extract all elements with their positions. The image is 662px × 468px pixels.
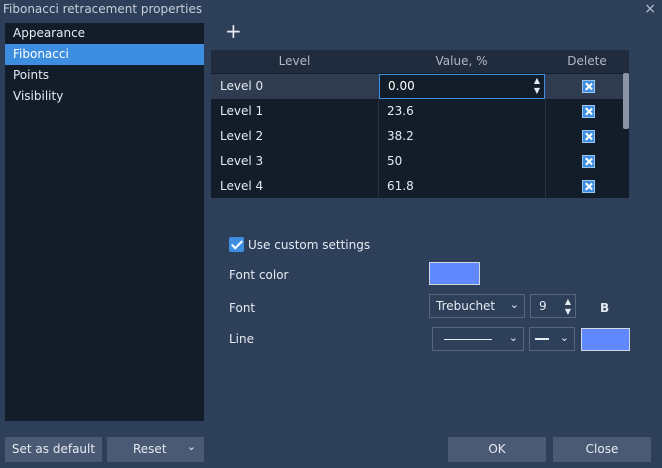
level-name: Level 4 [220, 179, 264, 193]
font-color-label: Font color [229, 268, 289, 282]
sidebar-item-points[interactable]: Points [5, 65, 204, 86]
set-as-default-button[interactable]: Set as default [5, 437, 102, 462]
table-row[interactable]: Level 1 23.6 [211, 99, 629, 124]
column-header-delete: Delete [567, 54, 607, 68]
font-family-value: Trebuchet [436, 299, 496, 313]
sidebar: Appearance Fibonacci Points Visibility [5, 23, 204, 421]
level-value[interactable]: 23.6 [387, 99, 414, 124]
title-bar: Fibonacci retracement properties × [0, 0, 662, 20]
font-family-select[interactable]: Trebuchet ⌄ [429, 294, 525, 318]
chevron-down-icon: ⌄ [508, 331, 518, 344]
font-size-stepper[interactable]: 9 ▲ ▼ [530, 294, 576, 318]
table-header: Level Value, % Delete [211, 50, 629, 73]
close-icon[interactable]: × [644, 1, 656, 17]
value-spinner-icon[interactable]: ▲ ▼ [534, 76, 540, 96]
font-size-value: 9 [539, 299, 547, 313]
ok-button[interactable]: OK [448, 437, 546, 462]
reset-button[interactable]: Reset ⌄ [107, 437, 204, 462]
column-header-value: Value, % [435, 54, 488, 68]
line-width-sample [535, 338, 549, 340]
sidebar-item-fibonacci[interactable]: Fibonacci [5, 44, 204, 65]
delete-checkbox[interactable] [582, 155, 595, 168]
line-style-sample [444, 339, 492, 340]
chevron-down-icon: ⌄ [509, 298, 519, 311]
level-name: Level 1 [220, 104, 264, 118]
level-value-input[interactable]: 0.00 ▲ ▼ [379, 74, 545, 99]
close-button[interactable]: Close [553, 437, 651, 462]
bold-toggle[interactable]: B [600, 301, 609, 315]
level-value[interactable]: 61.8 [387, 174, 414, 198]
line-style-select[interactable]: ⌄ [432, 327, 524, 351]
table-row[interactable]: Level 3 50 [211, 149, 629, 174]
add-level-icon[interactable]: + [225, 20, 242, 42]
table-row[interactable]: Level 2 38.2 [211, 124, 629, 149]
table-scrollbar[interactable] [623, 73, 629, 129]
sidebar-item-visibility[interactable]: Visibility [5, 86, 204, 107]
level-value[interactable]: 50 [387, 149, 402, 174]
level-name: Level 2 [220, 129, 264, 143]
column-header-level: Level [278, 54, 311, 68]
line-width-select[interactable]: ⌄ [529, 327, 575, 351]
level-name: Level 0 [220, 79, 264, 93]
font-label: Font [229, 301, 256, 315]
window-title: Fibonacci retracement properties [3, 2, 203, 16]
delete-checkbox[interactable] [582, 80, 595, 93]
levels-table: Level Value, % Delete Level 0 Level 1 23… [211, 50, 629, 198]
chevron-down-icon: ⌄ [559, 331, 569, 344]
delete-checkbox[interactable] [582, 180, 595, 193]
use-custom-settings-checkbox[interactable] [229, 237, 244, 252]
line-color-swatch[interactable] [581, 328, 630, 351]
font-color-swatch[interactable] [429, 262, 480, 285]
delete-checkbox[interactable] [582, 105, 595, 118]
use-custom-settings-label: Use custom settings [248, 238, 371, 252]
table-row[interactable]: Level 4 61.8 [211, 174, 629, 198]
level-name: Level 3 [220, 154, 264, 168]
chevron-down-icon: ⌄ [186, 440, 196, 453]
sidebar-item-appearance[interactable]: Appearance [5, 23, 204, 44]
level-value-text: 0.00 [388, 79, 415, 93]
font-size-spinner-icon[interactable]: ▲ ▼ [565, 297, 571, 317]
delete-checkbox[interactable] [582, 130, 595, 143]
level-value[interactable]: 38.2 [387, 124, 414, 149]
reset-label: Reset [133, 442, 167, 456]
line-label: Line [229, 332, 255, 346]
